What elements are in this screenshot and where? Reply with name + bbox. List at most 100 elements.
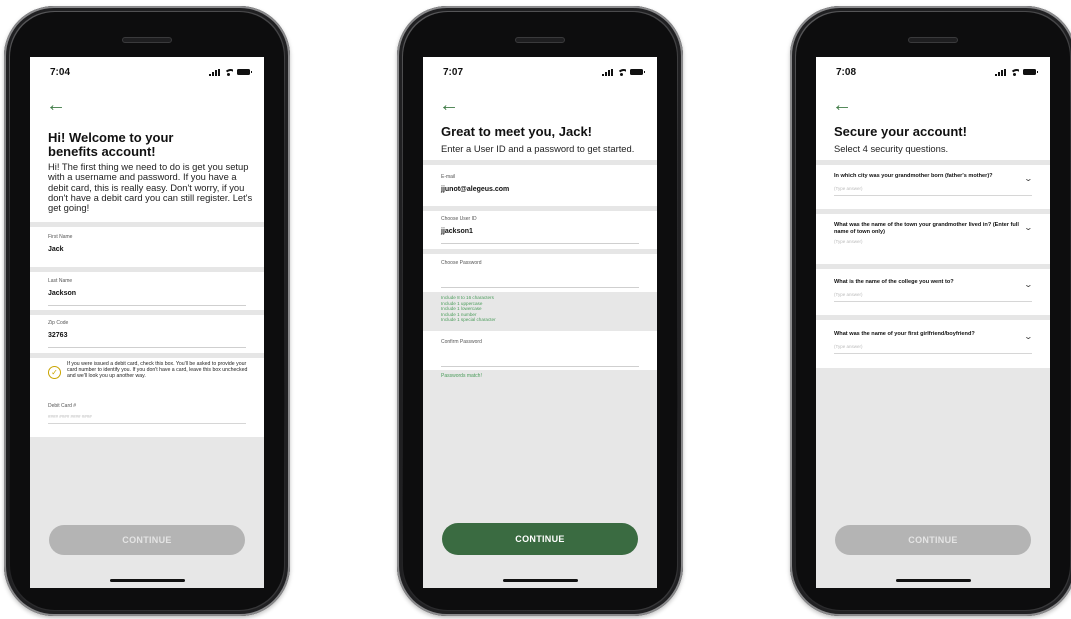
debit-card-field[interactable]: Debit Card # #### #### #### ####: [48, 403, 246, 424]
divider: [816, 160, 1050, 165]
requirement-item: Include 1 special character: [441, 317, 496, 323]
divider: [816, 209, 1050, 214]
battery-icon: [630, 69, 645, 75]
speaker-notch: [122, 37, 172, 43]
status-icons: [209, 68, 252, 76]
confirm-password-input[interactable]: [441, 351, 639, 367]
status-bar: 7:08: [816, 57, 1050, 87]
divider: [423, 249, 657, 254]
zip-code-input[interactable]: 32763: [48, 332, 246, 348]
background-panel: [30, 437, 264, 588]
background-panel: [423, 370, 657, 588]
chevron-down-icon[interactable]: ⌄: [1024, 175, 1033, 183]
zip-code-label: Zip Code: [48, 320, 69, 326]
first-name-input[interactable]: Jack: [48, 246, 246, 262]
first-name-label: First Name: [48, 234, 73, 240]
home-indicator[interactable]: [110, 579, 185, 582]
chevron-down-icon[interactable]: ⌄: [1024, 281, 1033, 289]
confirm-password-label: Confirm Password: [441, 339, 482, 345]
confirm-password-field[interactable]: Confirm Password: [441, 339, 639, 367]
welcome-screen: 7:04 ← Hi! Welcome to your benefits acco…: [30, 57, 264, 588]
page-title: Great to meet you, Jack!: [441, 124, 592, 139]
user-id-field[interactable]: Choose User ID jjackson1: [441, 216, 639, 244]
back-arrow-icon[interactable]: ←: [832, 95, 852, 115]
debit-card-checkbox-text: If you were issued a debit card, check t…: [67, 361, 248, 379]
back-arrow-icon[interactable]: ←: [46, 95, 66, 115]
continue-button[interactable]: CONTINUE: [49, 525, 245, 555]
speaker-notch: [515, 37, 565, 43]
signal-icon: [995, 68, 1006, 76]
wifi-icon: [617, 68, 626, 76]
divider: [423, 206, 657, 211]
divider: [30, 222, 264, 227]
page-title: Secure your account!: [834, 124, 967, 139]
answer-input[interactable]: (Type answer): [834, 292, 1032, 302]
password-match-text: Passwords match!: [441, 373, 482, 379]
home-indicator[interactable]: [503, 579, 578, 582]
continue-button[interactable]: CONTINUE: [442, 523, 638, 555]
status-time: 7:04: [50, 66, 71, 78]
battery-icon: [237, 69, 252, 75]
background-panel: [816, 368, 1050, 588]
debit-card-checkbox-row[interactable]: ✓ If you were issued a debit card, check…: [48, 361, 248, 379]
security-question-text: What was the name of your first girlfrie…: [834, 331, 975, 337]
security-screen: 7:08 ← Secure your account! Select 4 sec…: [816, 57, 1050, 588]
security-question-text: What was the name of the town your grand…: [834, 222, 1019, 235]
wifi-icon: [1010, 68, 1019, 76]
wifi-icon: [224, 68, 233, 76]
password-requirements: Include 8 to 16 characters Include 1 upp…: [423, 292, 657, 331]
divider: [816, 264, 1050, 269]
email-label: E-mail: [441, 174, 456, 180]
security-question[interactable]: What was the name of your first girlfrie…: [834, 331, 1033, 354]
divider: [423, 160, 657, 165]
chevron-down-icon[interactable]: ⌄: [1024, 333, 1033, 341]
first-name-field[interactable]: First Name Jack: [48, 234, 246, 262]
page-subtitle: Enter a User ID and a password to get st…: [441, 143, 635, 154]
page-title: Hi! Welcome to your benefits account!: [48, 131, 173, 159]
status-icons: [602, 68, 645, 76]
continue-button[interactable]: CONTINUE: [835, 525, 1031, 555]
password-input[interactable]: [441, 272, 639, 288]
divider: [30, 310, 264, 315]
zip-code-field[interactable]: Zip Code 32763: [48, 320, 246, 348]
user-id-input[interactable]: jjackson1: [441, 228, 639, 244]
page-subtitle: Select 4 security questions.: [834, 143, 949, 154]
divider: [30, 267, 264, 272]
answer-input[interactable]: (Type answer): [834, 344, 1032, 354]
last-name-field[interactable]: Last Name Jackson: [48, 278, 246, 306]
status-time: 7:08: [836, 66, 857, 78]
user-id-label: Choose User ID: [441, 216, 477, 222]
phone-security: 7:08 ← Secure your account! Select 4 sec…: [790, 6, 1071, 616]
phone-welcome: 7:04 ← Hi! Welcome to your benefits acco…: [4, 6, 290, 616]
email-field[interactable]: E-mail jjunot@alegeus.com: [441, 174, 639, 202]
page-title-line2: benefits account!: [48, 144, 156, 159]
speaker-notch: [908, 37, 958, 43]
last-name-label: Last Name: [48, 278, 73, 284]
phone-credentials: 7:07 ← Great to meet you, Jack! Enter a …: [397, 6, 683, 616]
security-question-text: In which city was your grandmother born …: [834, 173, 993, 179]
home-indicator[interactable]: [896, 579, 971, 582]
back-arrow-icon[interactable]: ←: [439, 95, 459, 115]
divider: [30, 353, 264, 358]
security-question[interactable]: What was the name of the town your grand…: [834, 222, 1033, 248]
debit-card-input[interactable]: #### #### #### ####: [48, 414, 246, 424]
chevron-down-icon[interactable]: ⌄: [1024, 224, 1033, 232]
signal-icon: [209, 68, 220, 76]
debit-card-label: Debit Card #: [48, 403, 77, 409]
security-question[interactable]: What is the name of the college you went…: [834, 279, 1033, 302]
check-icon[interactable]: ✓: [48, 366, 61, 379]
email-input[interactable]: jjunot@alegeus.com: [441, 186, 639, 202]
last-name-input[interactable]: Jackson: [48, 290, 246, 306]
answer-input[interactable]: (Type answer): [834, 239, 1032, 248]
status-icons: [995, 68, 1038, 76]
credentials-screen: 7:07 ← Great to meet you, Jack! Enter a …: [423, 57, 657, 588]
page-title-line1: Hi! Welcome to your: [48, 130, 174, 145]
password-label: Choose Password: [441, 260, 482, 266]
battery-icon: [1023, 69, 1038, 75]
security-question-text: What is the name of the college you went…: [834, 279, 954, 285]
status-time: 7:07: [443, 66, 464, 78]
answer-input[interactable]: (Type answer): [834, 186, 1032, 196]
password-field[interactable]: Choose Password: [441, 260, 639, 288]
status-bar: 7:07: [423, 57, 657, 87]
security-question[interactable]: In which city was your grandmother born …: [834, 173, 1033, 196]
